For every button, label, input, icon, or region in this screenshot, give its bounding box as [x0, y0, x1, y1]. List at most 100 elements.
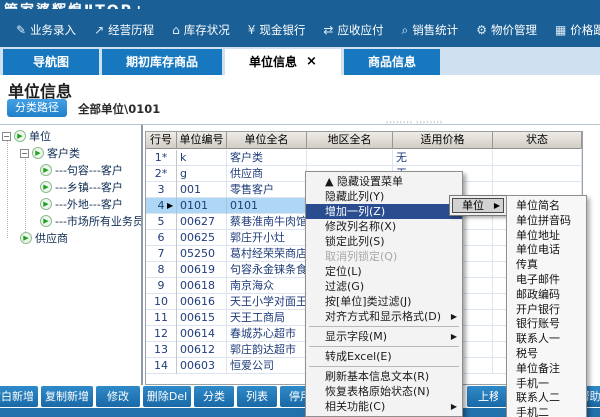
menu-item-related-functions[interactable]: 相关功能(C)▶ — [306, 399, 462, 414]
tree-node-customer-class[interactable]: − ▶ 客户类 — [20, 145, 80, 161]
submenu-item-unit-phone[interactable]: 单位电话 — [507, 243, 586, 258]
tree-node-supplier[interactable]: ▶ 供应商 — [20, 230, 68, 246]
menu-price-management[interactable]: ⚙ 物价管理 — [476, 22, 537, 38]
menu-item-locate[interactable]: 定位(L) — [306, 264, 462, 279]
menu-inventory-status[interactable]: ⌂ 库存状况 — [172, 22, 230, 38]
tab-opening-inventory[interactable]: 期初库存商品 — [102, 49, 222, 75]
delete-button[interactable]: 删除Del — [143, 386, 191, 407]
menu-item-align-format[interactable]: 对齐方式和显示格式(D)▶ — [306, 309, 462, 324]
table-row[interactable]: 1* k 客户类 无 — [146, 150, 582, 166]
tree-node-label: 单位 — [29, 128, 51, 144]
tree-node-unit[interactable]: − ▶ 单位 — [2, 128, 51, 144]
tree-node-label: ---乡镇---客户 — [55, 179, 123, 195]
tree-node-label: ---市场所有业务员 — [55, 213, 141, 229]
category-path-button[interactable]: 分类路径 — [7, 99, 67, 117]
submenu-item-contact-2[interactable]: 联系人二 — [507, 391, 586, 406]
menu-item-hide-settings-menu[interactable]: ▲ 隐藏设置菜单 — [306, 174, 462, 189]
column-header-name[interactable]: 单位全名 — [227, 132, 307, 149]
close-icon[interactable]: × — [306, 49, 317, 75]
menu-item-hide-column[interactable]: 隐藏此列(Y) — [306, 189, 462, 204]
menu-business-history[interactable]: ↗ 经营历程 — [94, 22, 154, 38]
submenu-item-bank-account[interactable]: 银行账号 — [507, 317, 586, 332]
menu-item-label: 恢复表格原始状态(N) — [325, 385, 430, 398]
submenu-item-tax-no[interactable]: 税号 — [507, 347, 586, 362]
menu-item-unlock-column[interactable]: 取消列锁定(Q) — [306, 249, 462, 264]
cell-code: 00627 — [177, 214, 227, 230]
submenu-item-contact-1[interactable]: 联系人一 — [507, 332, 586, 347]
menu-item-label: 增加一列(Z) — [325, 205, 385, 218]
menu-item-restore-table[interactable]: 恢复表格原始状态(N) — [306, 384, 462, 399]
menu-item-lock-column[interactable]: 锁定此列(S) — [306, 234, 462, 249]
tree-node-icon: ▶ — [40, 198, 52, 210]
submenu-item-fax[interactable]: 传真 — [507, 258, 586, 273]
column-header-price[interactable]: 适用价格 — [393, 132, 493, 149]
table-header-row: 行号 单位编号 单位全名 地区全名 适用价格 状态 — [146, 132, 582, 149]
menu-item-rename-column[interactable]: 修改列名称(X) — [306, 219, 462, 234]
cell-code: 001 — [177, 182, 227, 198]
submenu-item-postcode[interactable]: 邮政编码 — [507, 288, 586, 303]
tab-unit-info[interactable]: 单位信息 × — [225, 49, 341, 75]
column-header-code[interactable]: 单位编号 — [177, 132, 227, 149]
submenu-item-bank[interactable]: 开户银行 — [507, 303, 586, 318]
tree-node-township-customer[interactable]: ▶ ---乡镇---客户 — [40, 179, 123, 195]
cell-code: g — [177, 166, 227, 182]
tree-node-icon: ▶ — [40, 181, 52, 193]
menu-label: 应收应付 — [337, 22, 383, 38]
menu-separator — [309, 346, 459, 347]
cell-rowno: 13 — [146, 342, 177, 358]
submenu-item-unit-note[interactable]: 单位备注 — [507, 362, 586, 377]
cell-name: 郭庄韵达超市 — [227, 342, 307, 358]
menu-separator — [309, 366, 459, 367]
column-drag-marks: ›››››››› ›››››››› — [386, 119, 443, 126]
list-button[interactable]: 列表 — [237, 386, 277, 407]
search-icon: ⌕ — [401, 24, 408, 36]
tree-node-jurong-customer[interactable]: ▶ ---句容---客户 — [40, 162, 123, 178]
app-window: 管家婆辉煌ⅡTOP+ ✎ 业务录入 ↗ 经营历程 ⌂ 库存状况 ¥ 现金银行 ⇄… — [0, 0, 600, 417]
submenu-item-unit-pinyin[interactable]: 单位拼音码 — [507, 214, 586, 229]
collapse-icon[interactable]: − — [2, 132, 11, 141]
classify-button[interactable]: 分类 — [194, 386, 234, 407]
gear-icon: ⚙ — [476, 24, 487, 36]
menu-item-label: 刷新基本信息文本(R) — [325, 370, 429, 383]
column-header-rowno[interactable]: 行号 — [146, 132, 177, 149]
tab-navigation-map[interactable]: 导航图 — [3, 49, 99, 75]
menu-receivable-payable[interactable]: ⇄ 应收应付 — [323, 22, 383, 38]
menu-item-refresh-info-text[interactable]: 刷新基本信息文本(R) — [306, 369, 462, 384]
copy-new-button[interactable]: 复制新增 — [41, 386, 93, 407]
panel-splitter[interactable] — [141, 125, 143, 385]
cell-name: 句容永金铼条食品 — [227, 262, 307, 278]
menu-item-export-excel[interactable]: 转成Excel(E) — [306, 349, 462, 364]
new-blank-button[interactable]: 空白新增 — [0, 386, 38, 407]
tree-node-market-salesmen[interactable]: ▶ ---市场所有业务员 — [40, 213, 141, 229]
menu-sales-stats[interactable]: ⌕ 销售统计 — [401, 22, 458, 38]
collapse-icon[interactable]: − — [20, 149, 29, 158]
menu-label: 物价管理 — [491, 22, 537, 38]
submenu-item-mobile-2[interactable]: 手机二 — [507, 406, 586, 417]
menu-price-tracking[interactable]: ▦ 价格跟踪 — [555, 22, 600, 38]
tab-label: 单位信息 — [249, 49, 297, 75]
window-titlebar: 管家婆辉煌ⅡTOP+ — [0, 0, 600, 13]
menu-cash-bank[interactable]: ¥ 现金银行 — [248, 22, 306, 38]
tree-node-outside-customer[interactable]: ▶ ---外地---客户 — [40, 196, 123, 212]
menu-item-add-column[interactable]: 增加一列(Z)▶ — [306, 204, 462, 219]
tree-node-icon: ▶ — [32, 147, 44, 159]
submenu-item-unit-short-name[interactable]: 单位简名 — [507, 199, 586, 214]
submenu-item-unit[interactable]: 单位 ▶ — [452, 198, 504, 213]
menu-item-show-fields[interactable]: 显示字段(M)▶ — [306, 329, 462, 344]
tab-product-info[interactable]: 商品信息 — [344, 49, 440, 75]
menu-item-filter-by-unit-class[interactable]: 按[单位]类过滤(J) — [306, 294, 462, 309]
menu-item-label: 隐藏此列(Y) — [325, 190, 384, 203]
menu-item-label: 定位(L) — [325, 265, 362, 278]
menu-item-filter[interactable]: 过滤(G) — [306, 279, 462, 294]
submenu-arrow-icon: ▶ — [451, 399, 457, 414]
menu-item-label: 显示字段(M) — [325, 330, 387, 343]
menu-label: 经营历程 — [108, 22, 154, 38]
menu-business-entry[interactable]: ✎ 业务录入 — [16, 22, 76, 38]
cell-code: 0101 — [177, 198, 227, 214]
modify-button[interactable]: 修改 — [96, 386, 140, 407]
submenu-item-mobile-1[interactable]: 手机一 — [507, 377, 586, 392]
submenu-item-unit-address[interactable]: 单位地址 — [507, 229, 586, 244]
submenu-item-email[interactable]: 电子邮件 — [507, 273, 586, 288]
column-header-status[interactable]: 状态 — [493, 132, 582, 149]
column-header-region[interactable]: 地区全名 — [307, 132, 393, 149]
